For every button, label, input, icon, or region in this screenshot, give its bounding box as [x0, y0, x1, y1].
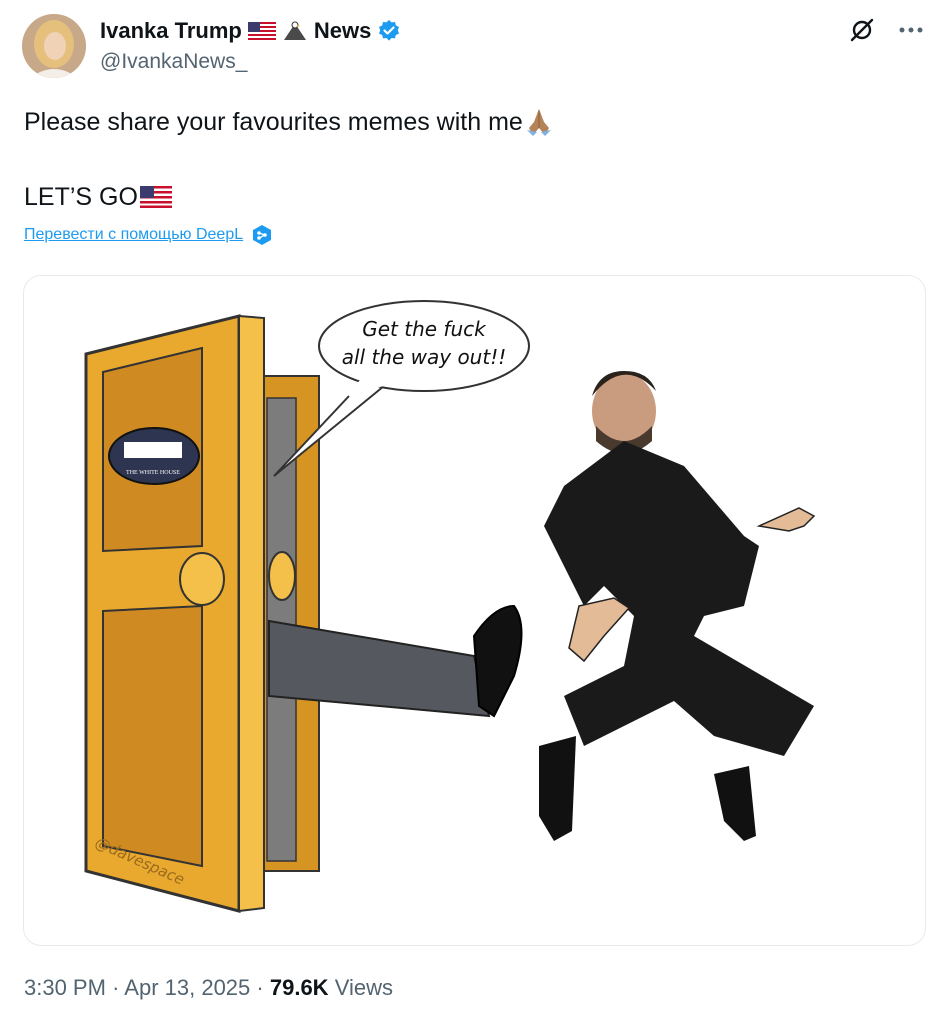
sign-text: THE WHITE HOUSE — [126, 470, 180, 476]
cartoon-illustration: THE WHITE HOUSE Get the fuck all the way… — [84, 300, 816, 913]
avatar[interactable] — [22, 14, 86, 78]
tweet-text: Please share your favourites memes with … — [24, 103, 555, 216]
tweet-text-line2: LET’S GO — [24, 183, 138, 211]
author-name[interactable]: Ivanka Trump — [100, 18, 242, 44]
more-options-icon[interactable] — [898, 26, 924, 34]
author-handle[interactable]: @IvankaNews_ — [100, 50, 247, 74]
author-name-row[interactable]: Ivanka Trump News — [100, 16, 401, 46]
translate-link[interactable]: Перевести с помощью DeepL — [24, 224, 273, 246]
meta-separator: · — [112, 975, 125, 1000]
speech-bubble-line1: Get the fuck — [362, 317, 487, 341]
tweet-date[interactable]: Apr 13, 2025 — [124, 975, 250, 1000]
verified-badge-icon — [379, 20, 400, 41]
profile-photo — [22, 14, 86, 78]
grok-icon[interactable] — [848, 16, 876, 44]
tweet-time[interactable]: 3:30 PM — [24, 975, 106, 1000]
views-count: 79.6K — [269, 975, 329, 1000]
us-flag-icon — [247, 22, 276, 40]
translate-link-label[interactable]: Перевести с помощью DeepL — [24, 226, 243, 244]
author-suffix: News — [313, 18, 372, 43]
views-label: Views — [334, 975, 393, 1000]
us-flag-icon — [139, 186, 172, 208]
tweet-meta: 3:30 PM · Apr 13, 2025 · 79.6K Views — [24, 975, 393, 1001]
tweet-text-line1: Please share your favourites memes with … — [24, 108, 523, 136]
eagle-icon — [283, 21, 306, 40]
deepl-icon — [253, 225, 272, 245]
meta-separator: · — [256, 975, 270, 1000]
tweet-media-image[interactable]: THE WHITE HOUSE Get the fuck all the way… — [23, 275, 926, 946]
praying-hands-icon — [526, 109, 551, 136]
tweet-actions — [848, 16, 924, 44]
speech-bubble-line2: all the way out!! — [342, 345, 507, 369]
